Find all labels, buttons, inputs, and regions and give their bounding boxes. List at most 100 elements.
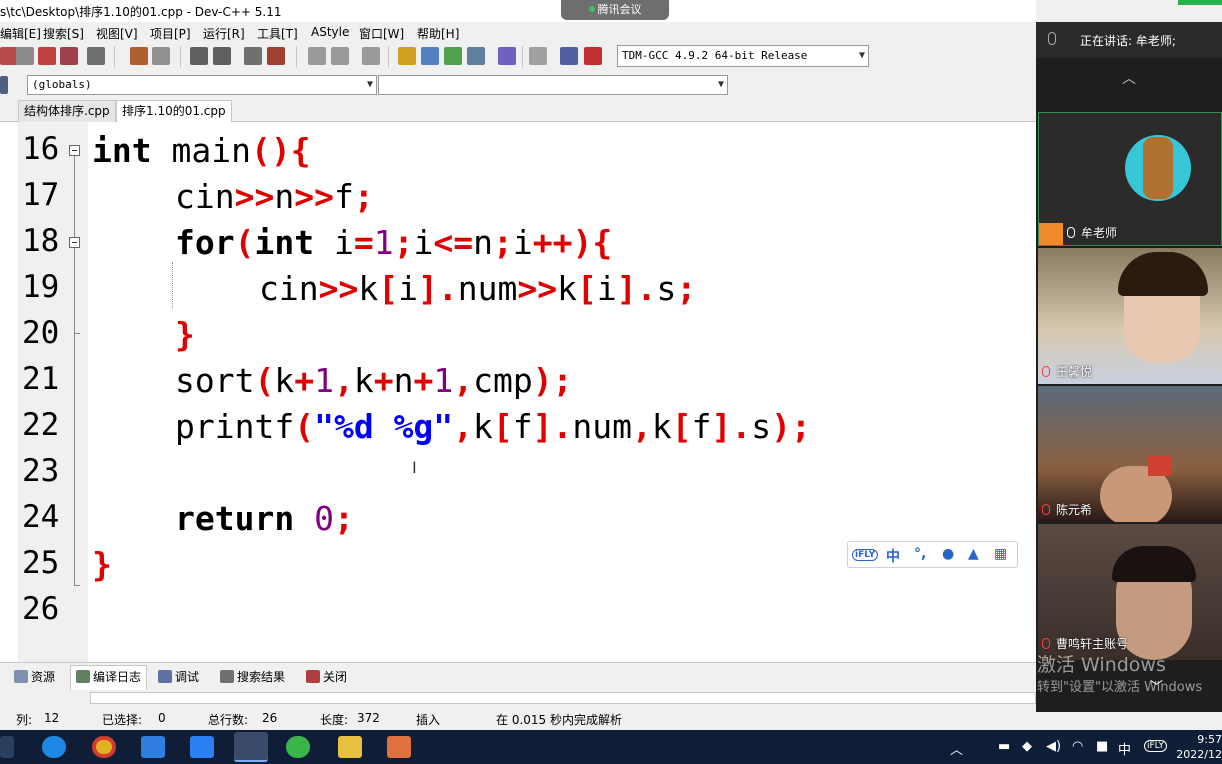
menu-search[interactable]: 搜索[S] xyxy=(43,25,84,42)
status-lines: 26 xyxy=(262,711,278,725)
taskbar: ︿ ▬ ◆ ◀) ◠ ■ 中 iFLY 9:57 2022/12 xyxy=(0,730,1222,764)
slides-app-icon[interactable] xyxy=(387,736,411,758)
code-text: int main(){ xyxy=(92,131,311,170)
keyboard-icon[interactable]: ▬ xyxy=(998,739,1010,754)
task-view-icon[interactable] xyxy=(0,736,14,758)
print-icon[interactable] xyxy=(87,47,105,65)
tab-sort-110[interactable]: 排序1.10的01.cpp xyxy=(116,100,232,122)
grid-icon[interactable]: ▦ xyxy=(994,546,1007,562)
edge-browser-icon[interactable] xyxy=(42,736,66,758)
debug-check-icon xyxy=(158,670,172,683)
check-syntax-icon[interactable] xyxy=(498,47,516,65)
line-number: 16 xyxy=(22,131,60,167)
redo-icon[interactable] xyxy=(152,47,170,65)
ifly-logo-icon[interactable]: iFLY xyxy=(852,549,879,561)
find-icon[interactable] xyxy=(190,47,208,65)
file-explorer-icon[interactable] xyxy=(338,736,362,758)
dev-cpp-taskbar-icon[interactable] xyxy=(234,732,268,762)
title-bar: s\tc\Desktop\排序1.10的01.cpp - Dev-C++ 5.1… xyxy=(0,0,1036,22)
goto-icon[interactable] xyxy=(244,47,262,65)
scope-select-value: (globals) xyxy=(32,78,92,91)
horizontal-scrollbar[interactable] xyxy=(90,692,1036,704)
unindent-icon[interactable] xyxy=(331,47,349,65)
menu-help[interactable]: 帮助[H] xyxy=(417,25,459,42)
participant-tile[interactable]: 曹鸣轩主账号 xyxy=(1038,524,1222,660)
stop-icon[interactable] xyxy=(529,47,547,65)
clock-date: 2022/12 xyxy=(1176,748,1222,761)
volume-icon[interactable]: ◀) xyxy=(1046,739,1061,754)
status-sel: 0 xyxy=(158,711,166,725)
ifly-tray-icon[interactable]: iFLY xyxy=(1144,740,1167,752)
meeting-pill[interactable]: 腾讯会议 xyxy=(561,0,669,20)
compiler-select[interactable]: TDM-GCC 4.9.2 64-bit Release ▼ xyxy=(617,45,869,67)
code-line: 23 xyxy=(0,448,1036,494)
menu-edit[interactable]: 编辑[E] xyxy=(0,25,41,42)
status-bar: 列: 12 已选择: 0 总行数: 26 长度: 372 插入 在 0.015 … xyxy=(0,706,1036,730)
store-app-icon[interactable] xyxy=(141,736,165,758)
participant-tile[interactable]: 牟老师 xyxy=(1038,112,1222,246)
tab-close[interactable]: 关闭 xyxy=(306,668,347,685)
wechat-icon[interactable] xyxy=(286,736,310,758)
chrome-browser-icon[interactable] xyxy=(92,736,116,758)
ime-language-toggle[interactable]: 中 xyxy=(886,546,900,566)
toolbar-separator xyxy=(388,46,389,68)
chevron-up-icon[interactable]: ︿ xyxy=(1122,68,1136,88)
compile-icon[interactable] xyxy=(398,47,416,65)
fold-toggle-icon[interactable] xyxy=(69,237,80,248)
compile-run-icon[interactable] xyxy=(444,47,462,65)
indent-icon[interactable] xyxy=(308,47,326,65)
toolbar-separator xyxy=(296,46,297,68)
class-browser-icon[interactable] xyxy=(0,76,8,94)
undo-icon[interactable] xyxy=(130,47,148,65)
menu-window[interactable]: 窗口[W] xyxy=(359,25,404,42)
compiler-select-value: TDM-GCC 4.9.2 64-bit Release xyxy=(622,49,808,62)
code-line: 16 int main(){ xyxy=(0,126,1036,172)
close-icon xyxy=(306,670,320,683)
tab-compile-log[interactable]: 编译日志 xyxy=(70,665,148,690)
code-line: 22 printf("%d %g",k[f].num,k[f].s); xyxy=(0,402,1036,448)
microphone-icon[interactable]: ● xyxy=(942,546,954,562)
participant-tile[interactable]: 王馨悦 xyxy=(1038,248,1222,384)
debug-icon[interactable] xyxy=(584,47,602,65)
bookmark-icon[interactable] xyxy=(267,47,285,65)
symbol-select[interactable]: ▼ xyxy=(378,75,728,95)
user-icon[interactable]: ▲ xyxy=(968,546,979,562)
wifi-icon[interactable]: ◠ xyxy=(1072,739,1083,754)
rebuild-icon[interactable] xyxy=(467,47,485,65)
tab-debug[interactable]: 调试 xyxy=(158,668,199,685)
menu-view[interactable]: 视图[V] xyxy=(96,25,138,42)
fold-toggle-icon[interactable] xyxy=(69,145,80,156)
replace-icon[interactable] xyxy=(213,47,231,65)
menu-project[interactable]: 项目[P] xyxy=(150,25,191,42)
scope-select[interactable]: (globals) ▼ xyxy=(27,75,377,95)
status-col-label: 列: xyxy=(16,713,33,727)
tab-search-results[interactable]: 搜索结果 xyxy=(220,668,285,685)
code-editor[interactable]: 16 int main(){ 17 cin>>n>>f; 18 for(int … xyxy=(0,122,1036,662)
ime-toolbar[interactable]: iFLY 中 °, ● ▲ ▦ xyxy=(847,541,1018,568)
bottom-panel-tabs: 资源 编译日志 调试 搜索结果 关闭 xyxy=(0,662,1036,690)
profile-icon[interactable] xyxy=(560,47,578,65)
punctuation-icon[interactable]: °, xyxy=(914,546,926,562)
run-icon[interactable] xyxy=(421,47,439,65)
menu-tools[interactable]: 工具[T] xyxy=(257,25,298,42)
code-text: cin>>n>>f; xyxy=(175,177,374,216)
tab-struct-sort[interactable]: 结构体排序.cpp xyxy=(18,100,116,122)
participant-tile[interactable]: 陈元希 xyxy=(1038,386,1222,522)
security-icon[interactable]: ◆ xyxy=(1022,739,1032,754)
app-tray-icon[interactable]: ■ xyxy=(1096,739,1108,754)
input-language[interactable]: 中 xyxy=(1118,739,1131,758)
clock[interactable]: 9:57 2022/12 xyxy=(1170,732,1222,762)
toggle-comment-icon[interactable] xyxy=(362,47,380,65)
line-number: 22 xyxy=(22,407,60,443)
meeting-app-icon[interactable] xyxy=(190,736,214,758)
close-all-icon[interactable] xyxy=(60,47,78,65)
video-feed-hair xyxy=(1118,252,1208,296)
chevron-up-icon[interactable]: ︿ xyxy=(950,739,963,758)
save-all-icon[interactable] xyxy=(16,47,34,65)
window-accent xyxy=(1178,0,1222,5)
menu-run[interactable]: 运行[R] xyxy=(203,25,245,42)
menu-astyle[interactable]: AStyle xyxy=(311,25,349,39)
close-file-icon[interactable] xyxy=(38,47,56,65)
text-cursor-icon: I xyxy=(412,458,417,477)
tab-resources[interactable]: 资源 xyxy=(14,668,55,685)
